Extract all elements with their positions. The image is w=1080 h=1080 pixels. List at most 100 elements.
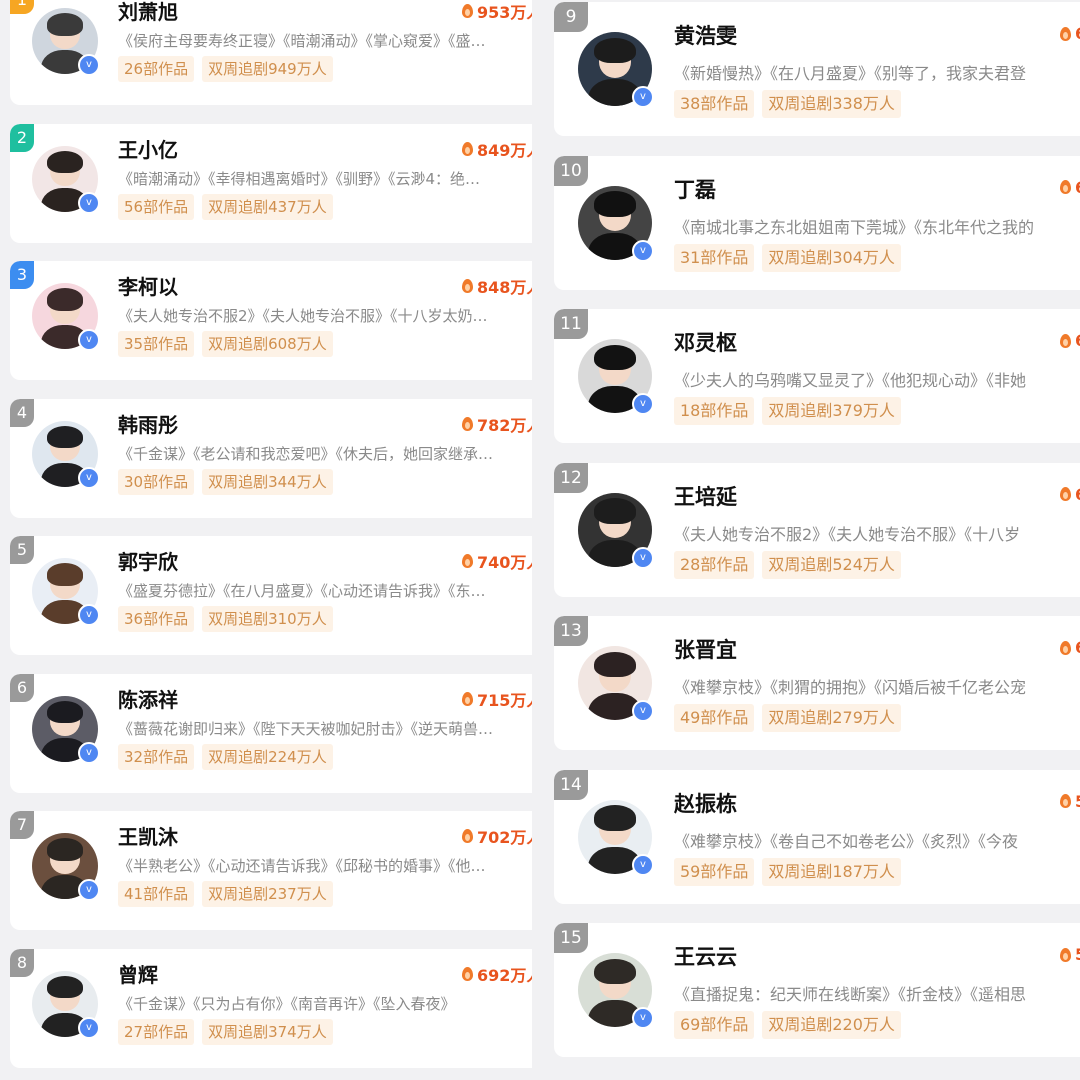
followers-tag: 双周追剧187万人 [762, 857, 901, 886]
actor-card[interactable]: 12 v 王培延 6 《夫人她专治不服2》《夫人她专治不服》《十八岁 28部作品… [554, 462, 1080, 597]
actor-name[interactable]: 王培延 [674, 481, 737, 511]
followers-tag: 双周追剧608万人 [202, 331, 333, 357]
actor-card[interactable]: 4 v 韩雨彤 782万人 《千金谋》《老公请和我恋爱吧》《休夫后，她回家继承…… [10, 398, 532, 518]
actor-card[interactable]: 1 v 刘萧旭 953万人 《侯府主母要寿终正寝》《暗潮涌动》《掌心窥爱》《盛…… [10, 0, 532, 105]
heat-value: 715万人 [462, 687, 532, 711]
stats-tags: 38部作品 双周追剧338万人 [674, 90, 901, 118]
actor-card[interactable]: 2 v 王小亿 849万人 《暗潮涌动》《幸得相遇离婚时》《驯野》《云渺4：绝…… [10, 123, 532, 243]
actor-name[interactable]: 韩雨彤 [118, 409, 178, 438]
actor-card[interactable]: 6 v 陈添祥 715万人 《蔷薇花谢即归来》《陛下天天被咖妃肘击》《逆天萌兽…… [10, 673, 532, 793]
verified-v-icon: v [78, 466, 100, 489]
flame-icon [462, 829, 473, 843]
verified-v-icon: v [632, 853, 654, 876]
heat-value: 740万人 [462, 549, 532, 573]
actor-name[interactable]: 丁磊 [674, 174, 716, 204]
actor-name[interactable]: 王小亿 [118, 134, 178, 163]
heat-value: 5 [1060, 792, 1080, 811]
avatar[interactable]: v [578, 799, 654, 876]
actor-card[interactable]: 11 v 邓灵枢 6 《少夫人的乌鸦嘴又显灵了》《他犯规心动》《非她 18部作品… [554, 309, 1080, 443]
rank-badge: 4 [10, 398, 34, 427]
works-count-tag: 69部作品 [674, 1011, 755, 1039]
avatar[interactable]: v [578, 185, 654, 262]
heat-text: 692万人 [477, 965, 532, 985]
actor-name[interactable]: 邓灵枢 [674, 327, 737, 357]
actor-card[interactable]: 14 v 赵振栋 5 《难攀京枝》《卷自己不如卷老公》《炙烈》《今夜 59部作品… [554, 769, 1080, 904]
followers-tag: 双周追剧279万人 [762, 704, 901, 732]
verified-v-icon: v [632, 86, 654, 108]
avatar[interactable]: v [32, 695, 100, 764]
actor-card[interactable]: 3 v 李柯以 848万人 《夫人她专治不服2》《夫人她专治不服》《十八岁太奶…… [10, 261, 532, 380]
works-list: 《新婚慢热》《在八月盛夏》《别等了，我家夫君登 [674, 64, 1027, 83]
actor-name[interactable]: 王凯沐 [118, 821, 178, 850]
stats-tags: 30部作品 双周追剧344万人 [118, 468, 333, 495]
avatar[interactable]: v [578, 32, 654, 108]
avatar[interactable]: v [32, 283, 100, 351]
heat-value: 849万人 [462, 137, 532, 161]
actor-card[interactable]: 15 v 王云云 5 《直播捉鬼：纪天师在线断案》《折金枝》《遥相思 69部作品… [554, 923, 1080, 1057]
actor-name[interactable]: 刘萧旭 [118, 0, 178, 25]
verified-v-icon: v [78, 604, 100, 626]
works-list: 《千金谋》《老公请和我恋爱吧》《休夫后，她回家继承… [118, 444, 494, 463]
rank-badge: 7 [10, 811, 34, 839]
works-count-tag: 41部作品 [118, 881, 195, 907]
avatar[interactable]: v [32, 8, 100, 76]
actor-name[interactable]: 李柯以 [118, 271, 178, 300]
actor-card[interactable]: 8 v 曾辉 692万人 《千金谋》《只为占有你》《南音再许》《坠入春夜》 27… [10, 948, 532, 1068]
actor-card[interactable]: 13 v 张晋宜 6 《难攀京枝》《刺猬的拥抱》《闪婚后被千亿老公宠 49部作品… [554, 616, 1080, 750]
actor-name[interactable]: 郭宇欣 [118, 546, 178, 575]
actor-card[interactable]: 7 v 王凯沐 702万人 《半熟老公》《心动还请告诉我》《邱秘书的婚事》《他…… [10, 811, 532, 930]
works-list: 《蔷薇花谢即归来》《陛下天天被咖妃肘击》《逆天萌兽… [118, 719, 494, 738]
actor-card[interactable]: 9 v 黄浩雯 6 《新婚慢热》《在八月盛夏》《别等了，我家夫君登 38部作品 … [554, 2, 1080, 136]
works-count-tag: 59部作品 [674, 857, 755, 886]
flame-icon [462, 141, 473, 156]
right-column: 9 v 黄浩雯 6 《新婚慢热》《在八月盛夏》《别等了，我家夫君登 38部作品 … [544, 0, 1080, 1080]
actor-name[interactable]: 王云云 [674, 941, 737, 971]
avatar[interactable]: v [32, 558, 100, 626]
works-list: 《夫人她专治不服2》《夫人她专治不服》《十八岁太奶… [118, 307, 488, 325]
works-list: 《千金谋》《只为占有你》《南音再许》《坠入春夜》 [118, 994, 456, 1013]
actor-name[interactable]: 张晋宜 [674, 634, 737, 664]
stats-tags: 36部作品 双周追剧310万人 [118, 606, 333, 632]
actor-name[interactable]: 陈添祥 [118, 684, 178, 713]
actor-card[interactable]: 10 v 丁磊 6 《南城北事之东北姐姐南下莞城》《东北年代之我的 31部作品 … [554, 155, 1080, 290]
avatar[interactable]: v [578, 492, 654, 569]
stats-tags: 27部作品 双周追剧374万人 [118, 1018, 333, 1045]
heat-value: 6 [1060, 178, 1080, 197]
actor-card[interactable]: 5 v 郭宇欣 740万人 《盛夏芬德拉》《在八月盛夏》《心动还请告诉我》《东…… [10, 536, 532, 655]
avatar[interactable]: v [32, 145, 100, 214]
heat-value: 6 [1060, 331, 1080, 350]
stats-tags: 41部作品 双周追剧237万人 [118, 881, 333, 907]
heat-text: 5 [1075, 792, 1080, 811]
stats-tags: 18部作品 双周追剧379万人 [674, 397, 901, 425]
heat-text: 6 [1075, 24, 1080, 43]
stats-tags: 32部作品 双周追剧224万人 [118, 743, 333, 770]
stats-tags: 56部作品 双周追剧437万人 [118, 193, 333, 220]
works-list: 《暗潮涌动》《幸得相遇离婚时》《驯野》《云渺4：绝… [118, 169, 481, 188]
avatar[interactable]: v [578, 646, 654, 722]
flame-icon [1060, 794, 1071, 808]
followers-tag: 双周追剧310万人 [202, 606, 333, 632]
works-count-tag: 26部作品 [118, 56, 195, 82]
avatar[interactable]: v [578, 953, 654, 1029]
works-list: 《少夫人的乌鸦嘴又显灵了》《他犯规心动》《非她 [674, 371, 1027, 390]
heat-value: 5 [1060, 945, 1080, 964]
avatar[interactable]: v [32, 420, 100, 489]
actor-name[interactable]: 黄浩雯 [674, 20, 737, 50]
works-count-tag: 32部作品 [118, 743, 195, 770]
followers-tag: 双周追剧379万人 [762, 397, 901, 425]
rank-badge: 13 [554, 616, 588, 646]
verified-v-icon: v [632, 239, 654, 262]
actor-name[interactable]: 曾辉 [118, 959, 158, 988]
verified-v-icon: v [78, 879, 100, 901]
works-list: 《直播捉鬼：纪天师在线断案》《折金枝》《遥相思 [674, 985, 1027, 1004]
actor-name[interactable]: 赵振栋 [674, 788, 737, 818]
works-count-tag: 38部作品 [674, 90, 755, 118]
verified-v-icon: v [78, 191, 100, 214]
flame-icon [462, 4, 473, 18]
avatar[interactable]: v [578, 339, 654, 415]
avatar[interactable]: v [32, 970, 100, 1039]
stats-tags: 49部作品 双周追剧279万人 [674, 704, 901, 732]
avatar[interactable]: v [32, 833, 100, 901]
works-list: 《盛夏芬德拉》《在八月盛夏》《心动还请告诉我》《东… [118, 582, 486, 600]
flame-icon [1060, 26, 1071, 41]
